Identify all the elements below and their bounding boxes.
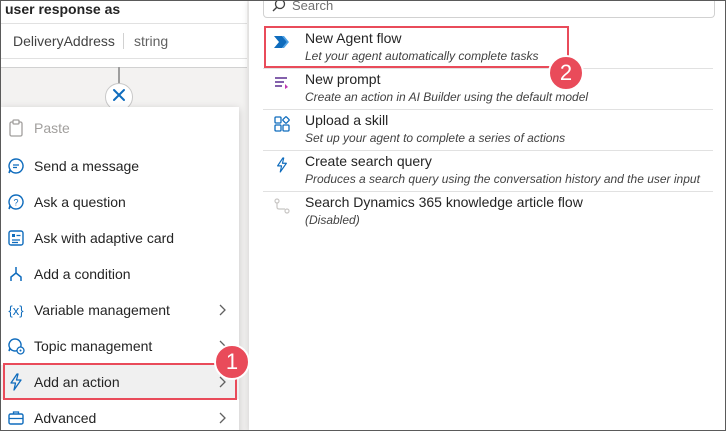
menu-item-label: Topic management — [34, 338, 153, 354]
action-description: Produces a search query using the conver… — [305, 172, 700, 186]
message-icon — [6, 156, 26, 176]
adaptive-card-icon — [6, 228, 26, 248]
menu-item-label: Ask with adaptive card — [34, 230, 175, 246]
close-icon — [112, 88, 126, 107]
search-placeholder: Search — [292, 0, 334, 13]
menu-item-add-condition[interactable]: Add a condition — [1, 257, 239, 291]
step-badge-2: 2 — [548, 55, 584, 91]
menu-item-label: Advanced — [34, 410, 97, 426]
callout-highlight-add-action — [3, 363, 237, 400]
variable-row[interactable]: DeliveryAddress string — [1, 23, 247, 59]
lightning-icon — [273, 156, 291, 174]
action-title: Create search query — [305, 153, 432, 169]
menu-item-label: Ask a question — [34, 194, 126, 210]
menu-item-advanced[interactable]: Advanced — [1, 401, 239, 430]
menu-item-label: Send a message — [34, 158, 140, 174]
menu-item-adaptive-card[interactable]: Ask with adaptive card — [1, 221, 239, 255]
briefcase-icon — [6, 408, 26, 428]
topic-icon — [6, 336, 26, 356]
search-icon — [272, 1, 286, 12]
question-node-card: user response as DeliveryAddress string — [1, 1, 247, 68]
screenshot-frame: user response as DeliveryAddress string … — [0, 0, 726, 431]
prompt-icon — [273, 74, 291, 92]
action-upload-skill[interactable]: Upload a skill Set up your agent to comp… — [263, 109, 713, 151]
paste-icon — [6, 118, 26, 138]
action-title: Search Dynamics 365 knowledge article fl… — [305, 194, 583, 210]
action-title: Upload a skill — [305, 112, 389, 128]
step-badge-1: 1 — [214, 344, 250, 380]
chevron-right-icon — [215, 411, 229, 425]
menu-item-label: Paste — [34, 120, 70, 136]
variable-icon: {x} — [6, 300, 26, 320]
node-title: user response as — [5, 1, 121, 17]
action-create-search-query[interactable]: Create search query Produces a search qu… — [263, 150, 713, 192]
svg-text:?: ? — [13, 198, 18, 208]
action-description: Set up your agent to complete a series o… — [305, 131, 566, 145]
condition-icon — [6, 264, 26, 284]
action-description: (Disabled) — [305, 213, 360, 227]
action-title: New prompt — [305, 71, 381, 87]
variable-name: DeliveryAddress — [1, 33, 124, 49]
action-search-dynamics-flow[interactable]: Search Dynamics 365 knowledge article fl… — [263, 191, 713, 232]
menu-item-topic-management[interactable]: Topic management — [1, 329, 239, 363]
menu-item-paste[interactable]: Paste — [1, 111, 239, 145]
variable-type: string — [133, 33, 169, 49]
menu-item-label: Add a condition — [34, 266, 131, 282]
search-input[interactable]: Search — [263, 0, 715, 18]
action-description: Create an action in AI Builder using the… — [305, 90, 589, 104]
svg-text:{x}: {x} — [8, 303, 24, 318]
callout-highlight-new-agent-flow — [264, 26, 569, 68]
menu-item-variable-management[interactable]: {x} Variable management — [1, 293, 239, 327]
flow-icon — [273, 197, 291, 215]
question-icon: ? — [6, 192, 26, 212]
skill-icon — [273, 115, 291, 133]
menu-item-ask-question[interactable]: ? Ask a question — [1, 185, 239, 219]
menu-item-send-message[interactable]: Send a message — [1, 149, 239, 183]
menu-item-label: Variable management — [34, 302, 170, 318]
action-new-prompt[interactable]: New prompt Create an action in AI Builde… — [263, 68, 713, 110]
chevron-right-icon — [215, 303, 229, 317]
